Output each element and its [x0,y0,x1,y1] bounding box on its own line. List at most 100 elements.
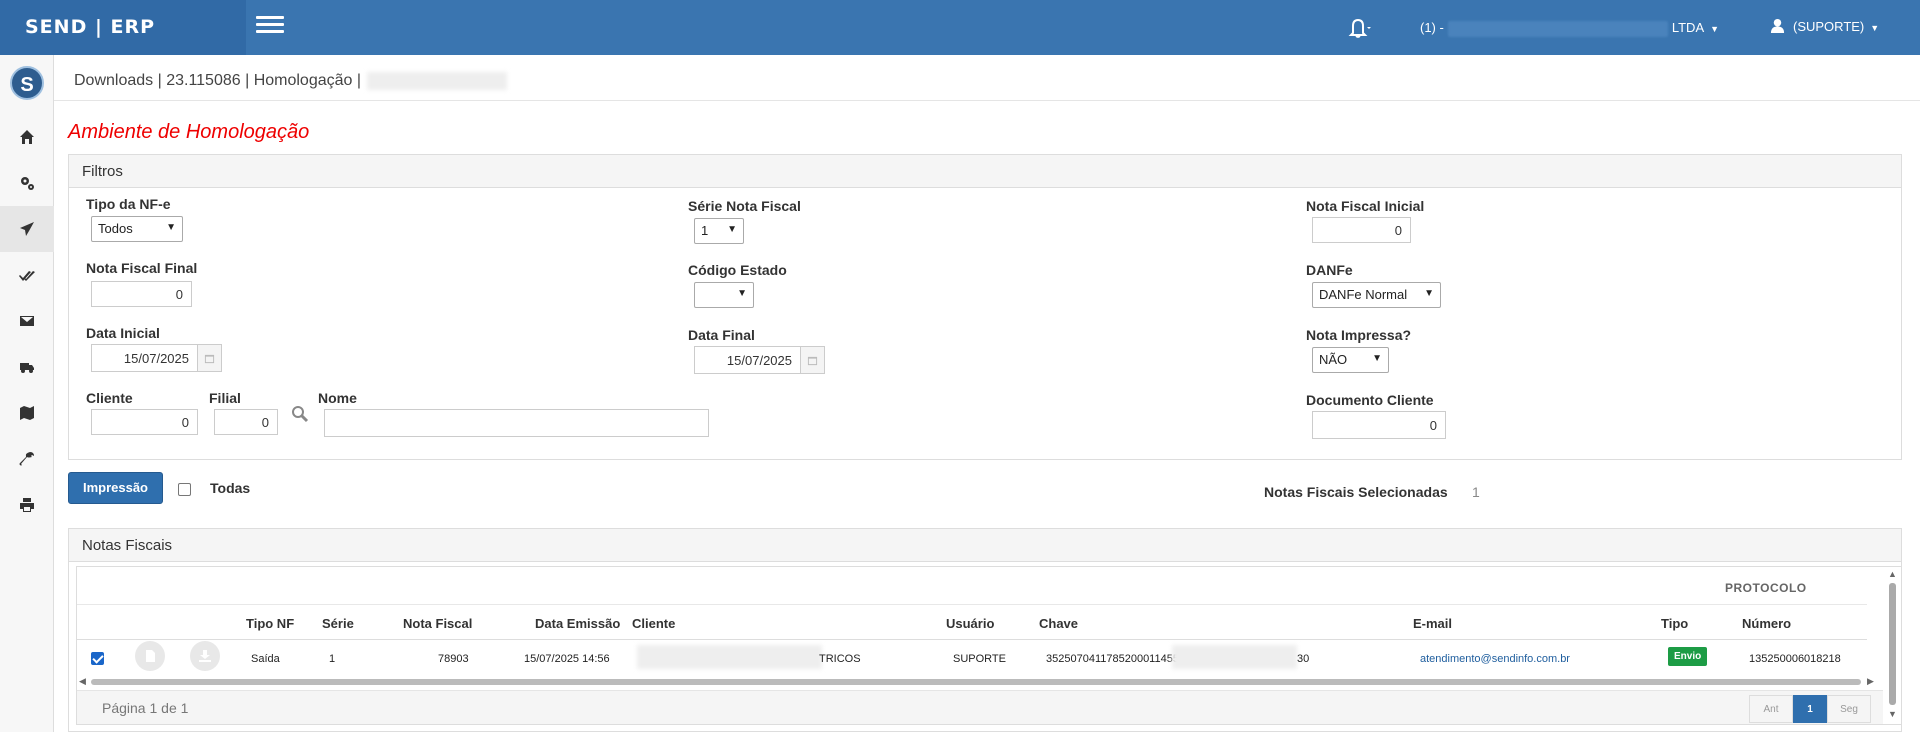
cell-numero: 135250006018218 [1749,653,1841,665]
pagination-info: Página 1 de 1 [102,700,189,716]
user-menu[interactable]: (SUPORTE) ▼ [1770,18,1879,34]
user-icon [1770,18,1785,33]
chevron-down-icon: ▼ [1424,288,1434,299]
view-pdf-button[interactable] [135,641,165,671]
breadcrumb: Downloads | 23.115086 | Homologação | [74,72,508,90]
col-email[interactable]: E-mail [1413,616,1452,631]
danfe-value: DANFe Normal [1319,287,1408,302]
nome-input[interactable] [324,409,709,437]
data-final-label: Data Final [688,327,755,343]
cell-tipo-nf: Saída [251,653,280,665]
filters-panel: Filtros Tipo da NF-e Todos ▼ Nota Fiscal … [68,154,1902,460]
sidebar-item-send[interactable] [0,206,54,252]
filial-label: Filial [209,390,241,406]
cliente-label: Cliente [86,390,133,406]
user-label: (SUPORTE) [1793,19,1865,34]
chevron-down-icon: ▼ [1710,24,1720,34]
col-nota-fiscal[interactable]: Nota Fiscal [403,616,472,631]
cell-nota-fiscal: 78903 [438,653,469,665]
col-tipo-nf[interactable]: Tipo NF [246,616,294,631]
sidebar-item-mail[interactable] [0,298,54,344]
codigo-estado-label: Código Estado [688,262,787,278]
app-logo-icon[interactable]: S [10,66,44,100]
sidebar: S [0,55,54,732]
cell-email-link[interactable]: atendimento@sendinfo.com.br [1420,653,1570,665]
sidebar-item-truck[interactable] [0,344,54,390]
gears-icon [21,177,34,190]
select-all-checkbox[interactable] [178,483,191,496]
nf-inicial-input[interactable] [1312,217,1411,243]
truck-icon [20,363,34,373]
serie-select[interactable]: 1 ▼ [694,218,744,244]
sidebar-item-tools[interactable] [0,436,54,482]
search-icon[interactable] [291,405,309,426]
danfe-select[interactable]: DANFe Normal ▼ [1312,282,1441,308]
pagination-next-button[interactable]: Seg [1827,695,1871,723]
filial-input[interactable] [214,409,278,435]
select-all-label: Todas [210,480,251,496]
serie-value: 1 [701,223,709,238]
sidebar-item-home[interactable] [0,114,54,160]
protocolo-group-header: PROTOCOLO [1725,581,1807,595]
print-button[interactable]: Impressão [68,472,163,504]
sidebar-item-check[interactable] [0,252,54,298]
sidebar-item-map[interactable] [0,390,54,436]
chevron-down-icon: ▼ [1870,23,1880,33]
documento-cliente-input[interactable] [1312,411,1446,439]
nome-label: Nome [318,390,357,406]
col-cliente[interactable]: Cliente [632,616,675,631]
chevron-down-icon: ▼ [1372,353,1382,364]
chave-redacted [1172,645,1297,669]
data-inicial-input[interactable] [91,344,198,372]
menu-toggle-icon[interactable] [256,16,284,36]
pagination-page-1[interactable]: 1 [1793,695,1827,723]
col-data-emissao[interactable]: Data Emissão [535,616,620,631]
notifications-bell-icon[interactable] [1343,15,1373,39]
scroll-up-icon[interactable]: ▲ [1888,569,1897,579]
pagination-prev-button[interactable]: Ant [1749,695,1793,723]
cliente-input[interactable] [91,409,198,435]
brand-logo[interactable]: SEND | ERP [0,0,246,55]
calendar-icon[interactable] [800,346,825,374]
filters-panel-title: Filtros [69,155,1901,188]
tipo-nfe-label: Tipo da NF-e [86,196,171,212]
scroll-right-icon[interactable]: ▶ [1867,676,1874,687]
data-final-input[interactable] [694,346,801,374]
sidebar-item-print[interactable] [0,482,54,528]
nota-impressa-select[interactable]: NÃO ▼ [1312,347,1389,373]
download-button[interactable] [190,641,220,671]
sidebar-item-settings[interactable] [0,160,54,206]
chevron-down-icon: ▼ [727,224,737,235]
scroll-left-icon[interactable]: ◀ [79,676,86,687]
printer-icon [20,498,34,512]
col-tipo[interactable]: Tipo [1661,616,1688,631]
col-usuario[interactable]: Usuário [946,616,994,631]
map-icon [20,406,34,420]
horizontal-scrollbar[interactable]: ◀ ▶ [77,674,1877,688]
col-serie[interactable]: Série [322,616,354,631]
envelope-icon [20,316,34,326]
nf-final-input[interactable] [91,281,192,307]
row-checkbox[interactable] [91,652,104,665]
tipo-nfe-select[interactable]: Todos ▼ [91,216,183,242]
codigo-estado-select[interactable]: ▼ [694,282,754,308]
nota-impressa-value: NÃO [1319,352,1348,367]
environment-title: Ambiente de Homologação [68,121,310,143]
breadcrumb-redacted [367,72,508,90]
scrollbar-thumb[interactable] [1889,583,1896,705]
col-chave[interactable]: Chave [1039,616,1078,631]
selected-count-value: 1 [1472,484,1480,500]
chevron-down-icon: ▼ [166,222,176,233]
document-icon [146,650,155,662]
breadcrumb-text: Downloads | 23.115086 | Homologação | [74,72,362,90]
vertical-scrollbar[interactable]: ▲ ▼ [1886,567,1900,724]
company-selector[interactable]: (1) - LTDA ▼ [1420,20,1719,37]
status-badge: Envio [1668,647,1708,666]
scroll-down-icon[interactable]: ▼ [1888,709,1897,719]
scrollbar-thumb[interactable] [91,679,1861,685]
calendar-icon[interactable] [197,344,222,372]
danfe-label: DANFe [1306,262,1353,278]
wrench-icon [19,452,34,466]
header-divider [54,100,1920,101]
col-numero[interactable]: Número [1742,616,1791,631]
